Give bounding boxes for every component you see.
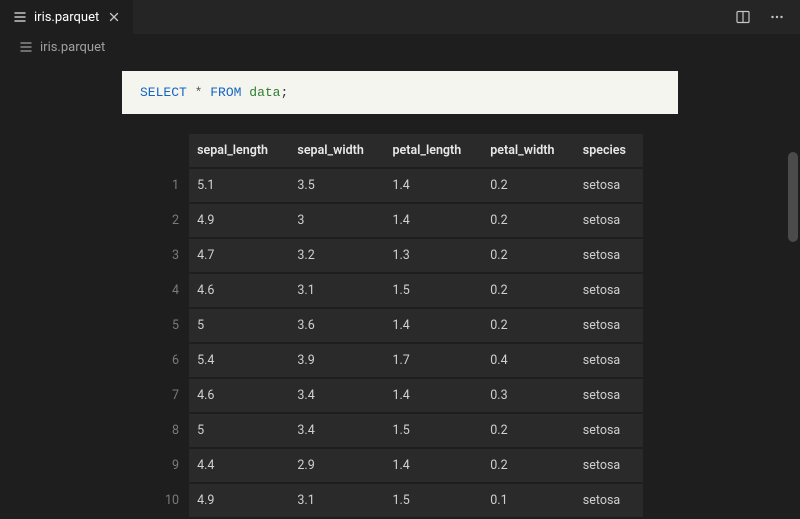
open-editor-row[interactable]: iris.parquet xyxy=(0,35,800,59)
col-header[interactable]: sepal_width xyxy=(289,134,384,167)
cell: 3.4 xyxy=(289,379,384,412)
cell: 0.4 xyxy=(482,344,575,377)
cell: 0.2 xyxy=(482,309,575,342)
tab-bar: iris.parquet xyxy=(0,0,800,35)
cell: setosa xyxy=(575,484,643,517)
cell: 3.5 xyxy=(289,169,384,202)
cell: 5.4 xyxy=(189,344,289,377)
list-icon xyxy=(18,39,34,55)
table-row: 24.931.40.2setosa xyxy=(157,204,643,237)
cell: 1.4 xyxy=(384,204,482,237)
cell: 3.2 xyxy=(289,239,384,272)
cell: 1.4 xyxy=(384,379,482,412)
tab-iris-parquet[interactable]: iris.parquet xyxy=(0,0,134,34)
cell: 0.2 xyxy=(482,204,575,237)
table-row: 34.73.21.30.2setosa xyxy=(157,239,643,272)
table-row: 853.41.50.2setosa xyxy=(157,414,643,447)
cell: 1.5 xyxy=(384,484,482,517)
cell: 5.1 xyxy=(189,169,289,202)
table-row: 65.43.91.70.4setosa xyxy=(157,344,643,377)
table-header-row: sepal_length sepal_width petal_length pe… xyxy=(157,134,643,167)
row-number: 10 xyxy=(157,484,189,517)
cell: setosa xyxy=(575,169,643,202)
row-number: 4 xyxy=(157,274,189,307)
cell: 0.2 xyxy=(482,274,575,307)
table-row: 553.61.40.2setosa xyxy=(157,309,643,342)
cell: 4.9 xyxy=(189,484,289,517)
sql-semicolon: ; xyxy=(281,85,289,100)
row-number: 7 xyxy=(157,379,189,412)
cell: 3.9 xyxy=(289,344,384,377)
cell: 1.7 xyxy=(384,344,482,377)
cell: setosa xyxy=(575,344,643,377)
cell: 3.1 xyxy=(289,484,384,517)
sql-query-box: SELECT * FROM data; xyxy=(122,71,678,114)
results-table-wrap: sepal_length sepal_width petal_length pe… xyxy=(157,132,643,519)
row-number: 8 xyxy=(157,414,189,447)
more-actions-button[interactable] xyxy=(766,6,788,28)
cell: 3.4 xyxy=(289,414,384,447)
cell: 0.2 xyxy=(482,449,575,482)
results-table: sepal_length sepal_width petal_length pe… xyxy=(157,132,643,519)
col-header[interactable]: petal_length xyxy=(384,134,482,167)
cell: 1.4 xyxy=(384,449,482,482)
list-icon xyxy=(12,9,28,25)
sql-keyword-from: FROM xyxy=(210,85,241,100)
cell: 0.2 xyxy=(482,239,575,272)
cell: 1.3 xyxy=(384,239,482,272)
table-row: 94.42.91.40.2setosa xyxy=(157,449,643,482)
cell: setosa xyxy=(575,204,643,237)
col-header[interactable]: species xyxy=(575,134,643,167)
vertical-scrollbar[interactable] xyxy=(788,152,798,242)
row-number: 2 xyxy=(157,204,189,237)
cell: 4.6 xyxy=(189,379,289,412)
cell: 1.4 xyxy=(384,169,482,202)
cell: setosa xyxy=(575,309,643,342)
cell: 1.4 xyxy=(384,309,482,342)
sql-keyword-select: SELECT xyxy=(140,85,187,100)
cell: 4.6 xyxy=(189,274,289,307)
cell: setosa xyxy=(575,449,643,482)
cell: 1.5 xyxy=(384,274,482,307)
table-row: 74.63.41.40.3setosa xyxy=(157,379,643,412)
table-row: 44.63.11.50.2setosa xyxy=(157,274,643,307)
row-number: 1 xyxy=(157,169,189,202)
editor-content: SELECT * FROM data; sepal_length sepal_w… xyxy=(0,59,800,519)
cell: 1.5 xyxy=(384,414,482,447)
cell: 4.7 xyxy=(189,239,289,272)
cell: setosa xyxy=(575,379,643,412)
open-editor-label: iris.parquet xyxy=(40,40,105,55)
table-row: 104.93.11.50.1setosa xyxy=(157,484,643,517)
col-header[interactable]: petal_width xyxy=(482,134,575,167)
cell: 0.2 xyxy=(482,169,575,202)
row-number: 3 xyxy=(157,239,189,272)
tab-actions xyxy=(732,0,800,34)
cell: 3 xyxy=(289,204,384,237)
sql-star: * xyxy=(195,85,203,100)
cell: 5 xyxy=(189,414,289,447)
row-number: 6 xyxy=(157,344,189,377)
row-number: 5 xyxy=(157,309,189,342)
cell: 4.4 xyxy=(189,449,289,482)
cell: 0.3 xyxy=(482,379,575,412)
cell: 4.9 xyxy=(189,204,289,237)
cell: 2.9 xyxy=(289,449,384,482)
col-header[interactable]: sepal_length xyxy=(189,134,289,167)
table-row: 15.13.51.40.2setosa xyxy=(157,169,643,202)
row-number: 9 xyxy=(157,449,189,482)
cell: 3.1 xyxy=(289,274,384,307)
cell: setosa xyxy=(575,414,643,447)
rownum-header xyxy=(157,134,189,167)
tab-label: iris.parquet xyxy=(34,10,99,25)
cell: 5 xyxy=(189,309,289,342)
cell: 0.1 xyxy=(482,484,575,517)
sql-table-name: data xyxy=(249,85,280,100)
cell: setosa xyxy=(575,274,643,307)
split-editor-button[interactable] xyxy=(732,6,754,28)
cell: setosa xyxy=(575,239,643,272)
tab-close-button[interactable] xyxy=(105,8,123,26)
cell: 0.2 xyxy=(482,414,575,447)
cell: 3.6 xyxy=(289,309,384,342)
